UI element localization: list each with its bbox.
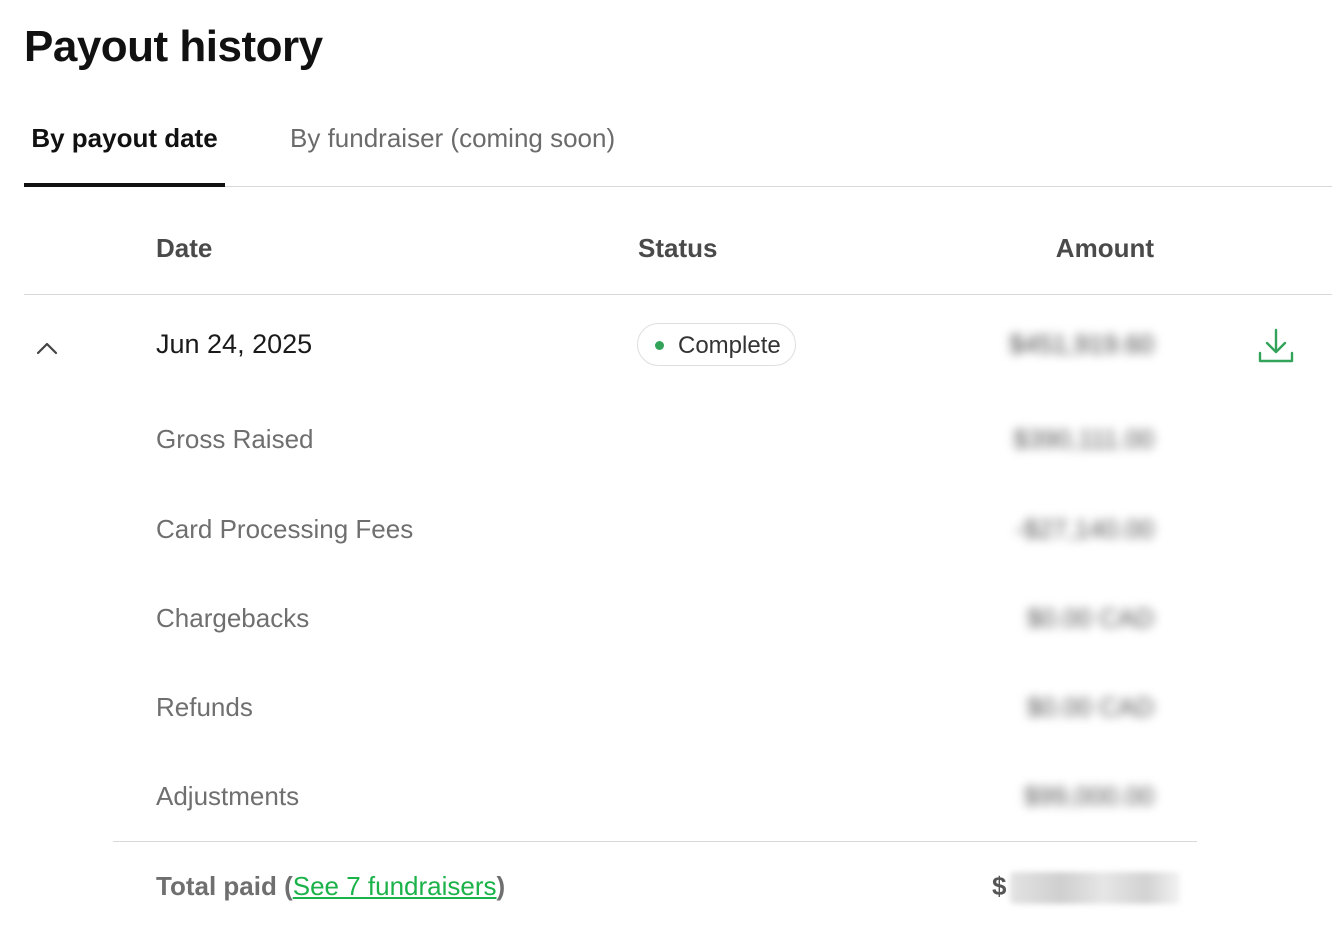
total-paid-suffix: ) (496, 871, 506, 901)
column-header-amount: Amount (1055, 233, 1154, 263)
tab-by-payout-date-label: By payout date (31, 123, 218, 153)
chevron-up-icon (36, 342, 58, 355)
active-tab-indicator (24, 183, 225, 187)
status-dot-icon (655, 341, 664, 350)
total-paid-prefix: Total paid ( (156, 871, 293, 901)
breakdown-label-gross-raised: Gross Raised (156, 424, 314, 454)
see-fundraisers-link[interactable]: See 7 fundraisers (293, 871, 497, 901)
status-label: Complete (678, 332, 781, 359)
breakdown-amount-refunds: $0.00 CAD (1026, 692, 1154, 722)
breakdown-amount-adjustments: $99,000.00 (1023, 781, 1154, 811)
total-paid-label: Total paid (See 7 fundraisers) (156, 871, 505, 902)
breakdown-label-card-processing-fees: Card Processing Fees (156, 514, 414, 544)
column-header-date: Date (156, 233, 213, 263)
breakdown-amount-chargebacks: $0.00 CAD (1026, 603, 1154, 633)
breakdown-amount-gross-raised: $390,111.00 (1013, 424, 1154, 454)
header-divider (24, 294, 1332, 295)
status-badge: Complete (637, 323, 796, 366)
tab-by-fundraiser-label: By fundraiser (coming soon) (290, 123, 616, 153)
page-title: Payout history (24, 22, 323, 71)
tab-bar: By payout date By fundraiser (coming soo… (24, 108, 1332, 187)
breakdown-amount-card-processing-fees: -$27,140.00 (1015, 514, 1154, 544)
total-divider (113, 841, 1197, 842)
payout-amount: $451,919.60 (1009, 329, 1154, 359)
collapse-row-button[interactable] (30, 332, 64, 362)
breakdown-label-adjustments: Adjustments (156, 781, 300, 811)
tab-by-payout-date[interactable]: By payout date (24, 108, 225, 187)
download-button[interactable] (1256, 326, 1296, 366)
total-paid-currency: $ (992, 871, 1007, 901)
breakdown-label-refunds: Refunds (156, 692, 253, 722)
column-header-status: Status (638, 233, 718, 263)
download-icon (1258, 328, 1294, 363)
total-paid-amount-redacted (1010, 872, 1180, 904)
breakdown-label-chargebacks: Chargebacks (156, 603, 310, 633)
payout-date: Jun 24, 2025 (156, 329, 313, 359)
tab-by-fundraiser[interactable]: By fundraiser (coming soon) (290, 108, 615, 186)
